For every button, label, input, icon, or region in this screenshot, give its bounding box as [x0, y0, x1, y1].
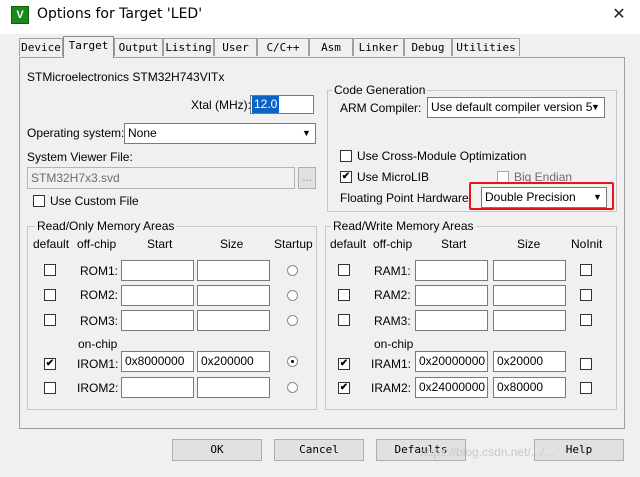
rom1-start-input[interactable] — [121, 260, 194, 281]
cross-module-checkbox[interactable] — [340, 150, 352, 162]
rom2-label: ROM2: — [80, 288, 119, 302]
irom2-checkbox[interactable] — [44, 382, 56, 394]
iram2-noinit-checkbox[interactable] — [580, 382, 592, 394]
iram2-label: IRAM2: — [371, 381, 412, 395]
irom1-checkbox[interactable]: ✔ — [44, 358, 56, 370]
xtal-label: Xtal (MHz): — [191, 98, 251, 112]
ro-header-size: Size — [220, 237, 244, 251]
iram1-checkbox[interactable]: ✔ — [338, 358, 350, 370]
rom2-size-input[interactable] — [197, 285, 270, 306]
xtal-input[interactable]: 12.0 — [250, 95, 314, 114]
irom1-start-input[interactable]: 0x8000000 — [121, 351, 194, 372]
svf-browse-button[interactable]: ... — [298, 167, 316, 189]
chevron-down-icon: ▼ — [302, 128, 311, 138]
cross-module-label: Use Cross-Module Optimization — [357, 149, 527, 163]
xtal-value: 12.0 — [252, 96, 280, 113]
ram2-size-input[interactable] — [493, 285, 566, 306]
rom3-size-input[interactable] — [197, 310, 270, 331]
svf-input[interactable]: STM32H7x3.svd — [27, 167, 295, 189]
ro-header-offchip: off-chip — [77, 237, 117, 251]
ram3-label: RAM3: — [374, 314, 411, 328]
watermark: https://blog.csdn.net/.../... — [420, 445, 555, 459]
ram3-checkbox[interactable] — [338, 314, 350, 326]
rw-header-noinit: NoInit — [571, 237, 603, 251]
fpu-label: Floating Point Hardware: — [340, 191, 473, 205]
microlib-checkbox[interactable]: ✔ — [340, 171, 352, 183]
ro-header-default: default — [33, 237, 70, 251]
iram2-start-input[interactable]: 0x24000000 — [415, 377, 488, 398]
rom2-startup-radio[interactable] — [287, 290, 298, 301]
rom1-startup-radio[interactable] — [287, 265, 298, 276]
svf-label: System Viewer File: — [27, 150, 133, 164]
rw-header-size: Size — [517, 237, 541, 251]
ram3-size-input[interactable] — [493, 310, 566, 331]
os-select[interactable]: None ▼ — [124, 123, 316, 144]
arm-compiler-value: Use default compiler version 5 — [431, 100, 593, 114]
fpu-select[interactable]: Double Precision ▼ — [481, 187, 607, 208]
chevron-down-icon: ▼ — [593, 192, 602, 202]
irom2-size-input[interactable] — [197, 377, 270, 398]
rom3-checkbox[interactable] — [44, 314, 56, 326]
irom2-label: IROM2: — [77, 381, 119, 395]
iram2-checkbox[interactable]: ✔ — [338, 382, 350, 394]
rw-header-start: Start — [441, 237, 467, 251]
cancel-button[interactable]: Cancel — [274, 439, 364, 461]
device-name: STMicroelectronics STM32H743VITx — [27, 70, 225, 84]
iram1-size-input[interactable]: 0x20000 — [493, 351, 566, 372]
rom1-checkbox[interactable] — [44, 264, 56, 276]
rom1-size-input[interactable] — [197, 260, 270, 281]
ram3-start-input[interactable] — [415, 310, 488, 331]
iram2-size-input[interactable]: 0x80000 — [493, 377, 566, 398]
irom1-label: IROM1: — [77, 357, 119, 371]
arm-compiler-select[interactable]: Use default compiler version 5 ▼ — [427, 97, 605, 118]
rom2-start-input[interactable] — [121, 285, 194, 306]
iram1-label: IRAM1: — [371, 357, 412, 371]
ram1-label: RAM1: — [374, 264, 411, 278]
ram2-checkbox[interactable] — [338, 289, 350, 301]
rw-memory-title: Read/Write Memory Areas — [331, 219, 476, 233]
os-value: None — [128, 126, 157, 140]
custom-file-checkbox[interactable] — [33, 195, 45, 207]
ram2-noinit-checkbox[interactable] — [580, 289, 592, 301]
ram1-size-input[interactable] — [493, 260, 566, 281]
ok-button[interactable]: OK — [172, 439, 262, 461]
rw-onchip-label: on-chip — [374, 337, 414, 351]
rw-header-offchip: off-chip — [373, 237, 413, 251]
ro-onchip-label: on-chip — [78, 337, 118, 351]
code-generation-title: Code Generation — [332, 83, 428, 97]
ram1-checkbox[interactable] — [338, 264, 350, 276]
irom2-startup-radio[interactable] — [287, 382, 298, 393]
ro-header-start: Start — [147, 237, 173, 251]
arm-compiler-label: ARM Compiler: — [340, 101, 422, 115]
irom1-size-input[interactable]: 0x200000 — [197, 351, 270, 372]
ram1-noinit-checkbox[interactable] — [580, 264, 592, 276]
rom3-start-input[interactable] — [121, 310, 194, 331]
ro-header-startup: Startup — [274, 237, 313, 251]
ram2-start-input[interactable] — [415, 285, 488, 306]
custom-file-label: Use Custom File — [50, 194, 139, 208]
irom2-start-input[interactable] — [121, 377, 194, 398]
rom3-startup-radio[interactable] — [287, 315, 298, 326]
ram2-label: RAM2: — [374, 288, 411, 302]
fpu-value: Double Precision — [485, 190, 576, 204]
microlib-label: Use MicroLIB — [357, 170, 430, 184]
iram1-start-input[interactable]: 0x20000000 — [415, 351, 488, 372]
ram1-start-input[interactable] — [415, 260, 488, 281]
rom1-label: ROM1: — [80, 264, 119, 278]
iram1-noinit-checkbox[interactable] — [580, 358, 592, 370]
irom1-startup-radio[interactable] — [287, 356, 298, 367]
ram3-noinit-checkbox[interactable] — [580, 314, 592, 326]
rom2-checkbox[interactable] — [44, 289, 56, 301]
ro-memory-title: Read/Only Memory Areas — [35, 219, 177, 233]
os-label: Operating system: — [27, 126, 125, 140]
rw-header-default: default — [330, 237, 367, 251]
rom3-label: ROM3: — [80, 314, 119, 328]
chevron-down-icon: ▼ — [591, 102, 600, 112]
